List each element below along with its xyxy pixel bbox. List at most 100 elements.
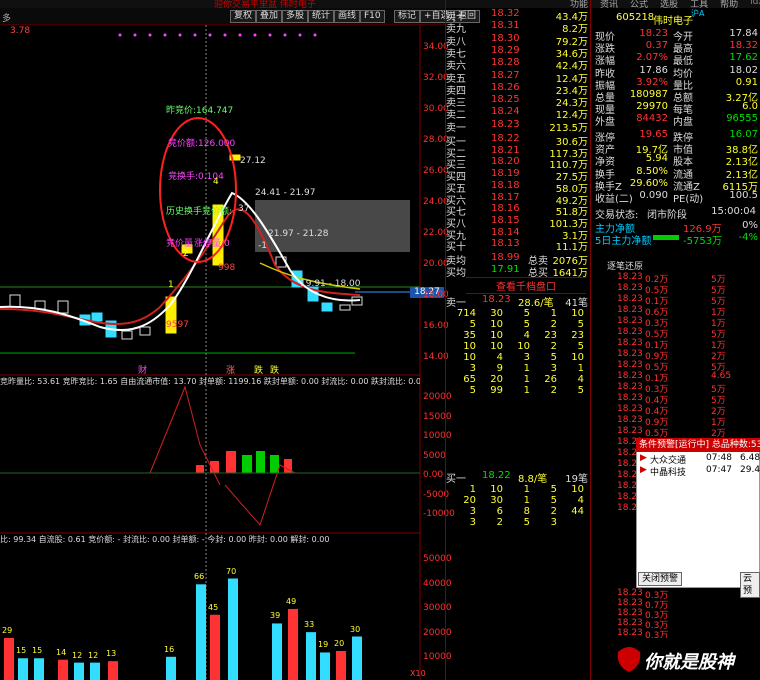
quote-value: 16.07 [729, 128, 758, 140]
volume-bar [166, 656, 176, 680]
order-queue-cell: 8 [523, 506, 530, 517]
sell-level-price: 18.31 [491, 20, 520, 32]
order-queue-cell: 10 [490, 484, 503, 495]
order-queue-cell: 20 [463, 495, 476, 506]
indicator-header: 竞昨量比: 53.61 竞昨竞比: 1.65 自由流通市值: 13.70 封单额… [0, 377, 420, 386]
buy1-count: 19笔 [565, 474, 588, 485]
tick-price: 18.23 [617, 415, 643, 425]
volume-bar-label: 39 [270, 611, 281, 621]
volume-bar [90, 662, 100, 680]
order-queue-cell: 1 [523, 495, 530, 506]
order-queue-cell: 65 [463, 374, 476, 385]
indicator-bar [256, 451, 265, 473]
order-queue-cell: 4 [523, 330, 530, 341]
quote-value: 19.65 [639, 128, 668, 140]
alert-value: 6.48 [740, 453, 760, 463]
stock-code: 605218 [616, 12, 655, 23]
close-alert-button[interactable]: 关闭预警 [638, 572, 683, 586]
indicator-tick: 0.00 [423, 470, 444, 480]
stock-name: 伟时电子 [653, 16, 693, 27]
order-queue-cell: 10 [517, 341, 530, 352]
tick-price: 18.23 [617, 393, 643, 403]
sell-level-price: 18.27 [491, 69, 520, 81]
volume-bar [74, 662, 84, 680]
volume-bar [320, 652, 330, 680]
trade-time: 15:00:04 [711, 206, 756, 218]
order-queue-cell: 5 [550, 352, 557, 363]
volume-bar [228, 578, 238, 680]
volume-bar [306, 632, 316, 680]
trade-status-value: 闭市阶段 [647, 210, 687, 222]
order-queue-cell: 9 [496, 363, 503, 374]
sell1-count: 41笔 [565, 298, 588, 309]
tick-price: 18.23 [617, 327, 643, 337]
sell-level-label: 卖一 [446, 122, 466, 134]
order-queue-cell: 1 [523, 385, 530, 396]
order-queue-cell: 5 [469, 385, 476, 396]
order-queue-cell: 1 [550, 308, 557, 319]
sell-level-volume: 213.5万 [549, 122, 588, 134]
view-depth-button[interactable]: 查看千档盘口 [466, 277, 586, 294]
buy1-price: 18.22 [482, 470, 511, 481]
cloud-alert-button[interactable]: 云预 [740, 572, 760, 598]
order-queue-cell: 3 [469, 506, 476, 517]
watermark-logo: 你就是股神 [612, 638, 760, 680]
sell-level-price: 18.32 [491, 8, 520, 19]
zoom-corner[interactable]: X10 [410, 669, 426, 678]
alert-time: 07:47 [706, 465, 732, 475]
buy-level-price: 18.18 [491, 179, 520, 191]
order-queue-cell: 10 [490, 341, 503, 352]
order-queue-cell: 2 [496, 517, 503, 528]
volume-bar-label: 49 [286, 596, 297, 606]
volume-bar-label: 13 [106, 649, 117, 659]
sell-level-price: 18.30 [491, 32, 520, 44]
volume-bar-label: 33 [304, 620, 315, 630]
flow-main-pct: 0% [742, 220, 758, 232]
quote-value: 18.02 [729, 64, 758, 76]
alert-item[interactable]: ▶ 大众交通 07:48 6.48 [636, 453, 760, 466]
quote-value: 29970 [636, 101, 668, 113]
tick-price: 18.23 [617, 426, 643, 436]
alert-header: 条件预警[运行中] 总品种数:5352 [636, 438, 760, 452]
order-queue-cell: 5 [523, 319, 530, 330]
order-queue-cell: 2 [550, 319, 557, 330]
sell1-label: 卖一 [446, 298, 466, 309]
alert-list: ▶大众交通07:486.48▶中晶科技07:4729.44 [636, 453, 760, 478]
volume-bar-label: 29 [2, 625, 13, 635]
quote-value: 8.50% [636, 165, 668, 177]
quote-value: 6.0 [742, 101, 758, 113]
buy-level-price: 18.15 [491, 214, 520, 226]
indicator-bar [226, 451, 236, 473]
price-axis: 34.00 32.00 30.00 28.00 26.00 24.00 22.00 20.00… [0, 0, 449, 370]
sell1-size: 28.6/笔 [518, 298, 554, 309]
indicator-bar [242, 455, 252, 473]
alert-time: 07:48 [706, 453, 732, 463]
flow-bar [653, 235, 679, 241]
order-queue-cell: 3 [550, 517, 557, 528]
tick-price: 18.23 [617, 628, 643, 638]
volume-bar [352, 636, 362, 680]
buy-level-price: 18.14 [491, 226, 520, 238]
order-queue-cell: 4 [577, 374, 584, 385]
volume-bar [288, 608, 298, 680]
volume-bar [18, 658, 28, 680]
volume-bar-label: 70 [226, 566, 237, 576]
order-queue-cell: 10 [490, 319, 503, 330]
order-queue-cell: 6 [496, 506, 503, 517]
buy-level-price: 18.22 [491, 133, 520, 144]
order-queue-cell: 2 [550, 385, 557, 396]
quote-value: 18.23 [639, 28, 668, 39]
trade-status-label: 交易状态: [595, 210, 639, 222]
sell-level-price: 18.23 [491, 118, 520, 130]
buy1-size: 8.8/笔 [518, 474, 548, 485]
order-queue-cell: 1 [469, 484, 476, 495]
quote-value: 0.090 [639, 190, 668, 202]
alert-value: 29.44 [740, 465, 760, 475]
flow-5day-value: -5753万 [683, 236, 723, 248]
quote-value: 84432 [636, 113, 668, 125]
watermark-text: 你就是股神 [644, 652, 734, 673]
quote-label: 内盘 [673, 117, 693, 129]
quote-value: 0.37 [645, 40, 668, 52]
alert-item[interactable]: ▶中晶科技 07:47 29.44 [636, 465, 760, 478]
tick-price: 18.23 [617, 618, 643, 628]
